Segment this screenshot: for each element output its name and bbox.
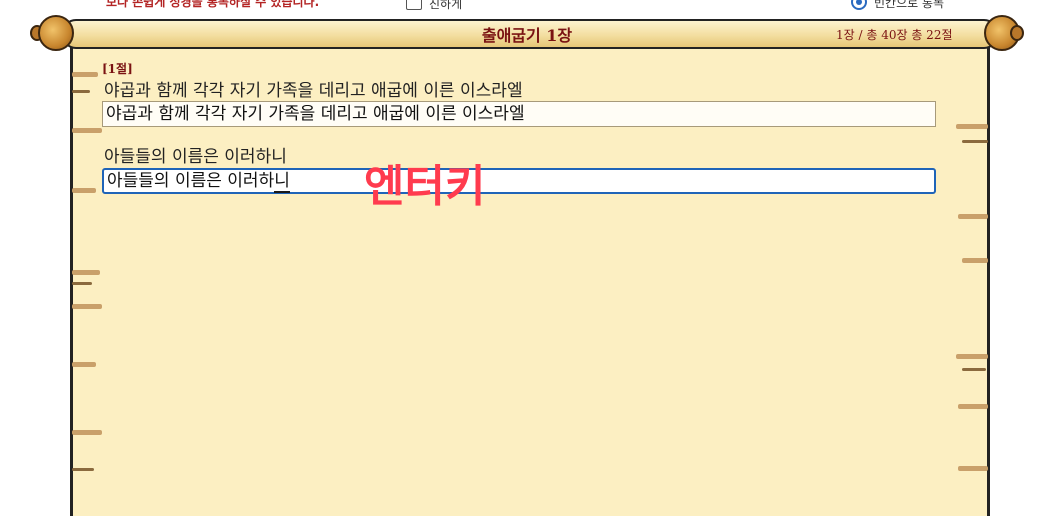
torn-edge [958,404,988,409]
torn-edge [72,72,98,77]
torn-edge [956,124,988,129]
verse-reference-line-2: 아들들의 이름은 이러하니 [104,147,287,167]
torn-edge [962,258,988,263]
torn-edge [962,140,988,143]
typing-field-line-1[interactable]: 야곱과 함께 각각 자기 가족을 데리고 애굽에 이른 이스라엘 [102,101,936,127]
verse-reference-line-1: 야곱과 함께 각각 자기 가족을 데리고 애굽에 이른 이스라엘 [104,81,523,101]
top-notice-text: 보다 손쉽게 성경을 통독하실 수 있습니다. [106,0,320,9]
enter-key-annotation: 엔터키 [364,161,486,212]
torn-edge [72,188,96,193]
torn-edge [72,304,102,309]
torn-edge [72,282,92,285]
bold-checkbox-label: 진하게 [429,0,463,11]
verse-number: [1절] [102,62,133,76]
torn-edge [962,368,986,371]
torn-edge [72,362,96,367]
composing-character: 니 [274,171,290,193]
bold-checkbox[interactable] [406,0,422,10]
torn-edge [72,430,102,435]
torn-edge [958,466,988,471]
blank-mode-radio[interactable] [851,0,867,10]
chapter-progress-info: 1장 / 총 40장 총 22절 [836,28,953,42]
torn-edge [956,354,988,359]
torn-edge [958,214,988,219]
torn-edge [72,270,100,275]
torn-edge [72,128,102,133]
blank-mode-radio-label: 빈칸으로 통독 [874,0,945,10]
torn-edge [72,468,94,471]
torn-edge [72,90,90,93]
typing-field-line-2[interactable]: 아들들의 이름은 이러하니 [102,168,936,194]
typed-text: 아들들의 이름은 이러하 [107,171,275,191]
